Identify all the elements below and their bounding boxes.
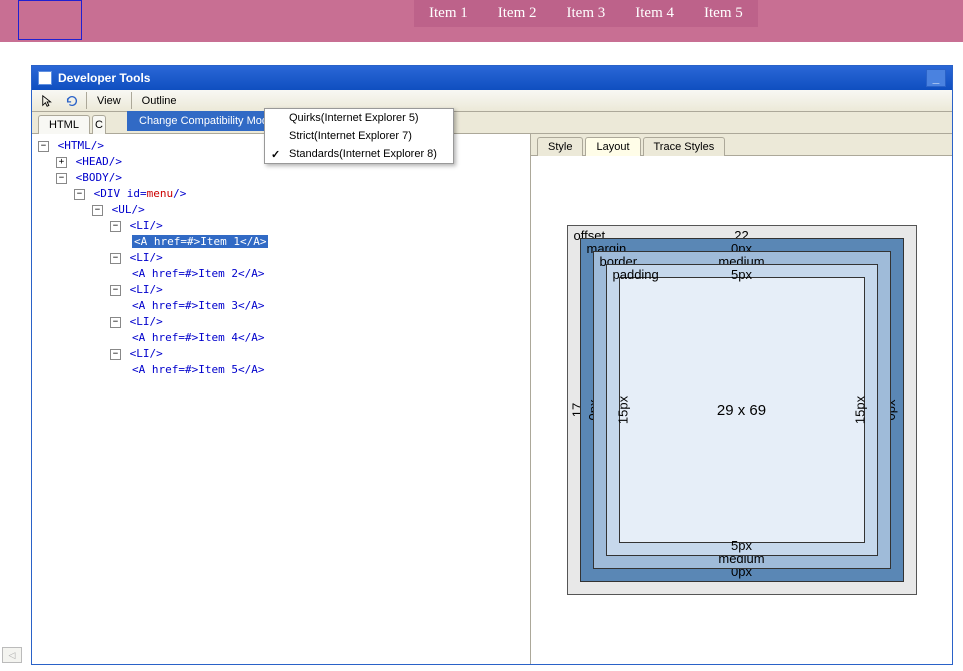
page-header: Item 1 Item 2 Item 3 Item 4 Item 5 [0,0,963,42]
select-element-button[interactable] [36,90,60,111]
expand-toggle[interactable]: − [56,173,67,184]
expand-toggle[interactable]: − [110,317,121,328]
page-nav-widget[interactable]: ◁ [2,647,22,663]
bm-border[interactable]: border medium medium medium medium paddi… [593,251,891,569]
tab-css[interactable]: C [92,115,106,134]
bm-padding-left: 15px [615,396,630,424]
cursor-icon [41,94,55,108]
tree-node-a[interactable]: <A href=#>Item 5</A> [132,363,264,376]
expand-toggle[interactable]: − [110,221,121,232]
main-body: − <HTML/> + <HEAD/> − <BODY/> − <DIV id=… [32,134,952,664]
tree-node-li[interactable]: <LI/> [130,251,163,264]
tree-node-head[interactable]: <HEAD/> [76,155,122,168]
tree-node-ul[interactable]: <UL/> [112,203,145,216]
source-tabs: HTML C Change Compatibility Mode ▶ [32,112,952,134]
refresh-button[interactable] [60,90,84,111]
bm-padding-bottom: 5px [731,538,752,553]
expand-toggle[interactable]: − [110,253,121,264]
page-menu: Item 1 Item 2 Item 3 Item 4 Item 5 [414,0,758,27]
compat-option-standards[interactable]: Standards(Internet Explorer 8) [265,145,453,163]
bm-padding-top: 5px [731,267,752,282]
right-pane: Style Layout Trace Styles offset 22 17 m… [531,134,952,664]
tree-node-html[interactable]: <HTML/> [58,139,104,152]
expand-toggle[interactable]: + [56,157,67,168]
expand-toggle[interactable]: − [110,349,121,360]
bm-offset[interactable]: offset 22 17 margin 0px 0px 0px 0px bord… [567,225,917,595]
tree-node-li[interactable]: <LI/> [130,219,163,232]
page-menu-item[interactable]: Item 5 [689,0,758,27]
compat-option-strict[interactable]: Strict(Internet Explorer 7) [265,127,453,145]
bm-padding-label: padding [613,267,659,282]
tree-node-a-selected[interactable]: <A href=#>Item 1</A> [132,235,268,248]
expand-toggle[interactable]: − [110,285,121,296]
tab-trace-styles[interactable]: Trace Styles [643,137,726,156]
right-tabs: Style Layout Trace Styles [531,134,952,156]
tree-node-li[interactable]: <LI/> [130,283,163,296]
window-title: Developer Tools [58,71,150,85]
compat-mode-label: Change Compatibility Mode [139,115,274,127]
chevron-left-icon: ◁ [9,650,16,661]
compat-option-quirks[interactable]: Quirks(Internet Explorer 5) [265,109,453,127]
tree-node-a[interactable]: <A href=#>Item 2</A> [132,267,264,280]
tree-node-div[interactable]: <DIV id=menu/> [94,187,187,200]
bm-margin[interactable]: margin 0px 0px 0px 0px border medium med… [580,238,904,582]
page-menu-item[interactable]: Item 1 [414,0,483,27]
expand-toggle[interactable]: − [74,189,85,200]
bm-padding[interactable]: padding 5px 5px 15px 15px 29 x 69 [606,264,878,556]
toolbar: View Outline [32,90,952,112]
tree-node-li[interactable]: <LI/> [130,315,163,328]
page-menu-item[interactable]: Item 2 [483,0,552,27]
tree-node-li[interactable]: <LI/> [130,347,163,360]
dom-tree-pane: − <HTML/> + <HEAD/> − <BODY/> − <DIV id=… [32,134,531,664]
tree-node-a[interactable]: <A href=#>Item 3</A> [132,299,264,312]
outline-menu[interactable]: Outline [134,90,185,111]
tree-node-body[interactable]: <BODY/> [76,171,122,184]
bm-content[interactable]: 29 x 69 [619,277,865,543]
tree-node-a[interactable]: <A href=#>Item 4</A> [132,331,264,344]
compat-mode-flyout: Quirks(Internet Explorer 5) Strict(Inter… [264,108,454,164]
dom-tree[interactable]: − <HTML/> + <HEAD/> − <BODY/> − <DIV id=… [32,134,530,382]
titlebar[interactable]: Developer Tools _ [32,66,952,90]
page-menu-item[interactable]: Item 3 [552,0,621,27]
view-menu[interactable]: View [89,90,129,111]
devtools-window: Developer Tools _ View Outline HTML C Ch… [31,65,953,665]
expand-toggle[interactable]: − [38,141,49,152]
box-model-diagram: offset 22 17 margin 0px 0px 0px 0px bord… [531,156,952,664]
inspected-element-highlight [18,0,82,40]
refresh-icon [65,94,79,108]
tab-style[interactable]: Style [537,137,583,156]
tab-layout[interactable]: Layout [585,137,640,156]
minimize-button[interactable]: _ [926,69,946,87]
tab-html[interactable]: HTML [38,115,90,134]
expand-toggle[interactable]: − [92,205,103,216]
page-menu-item[interactable]: Item 4 [620,0,689,27]
app-icon [38,71,52,85]
bm-padding-right: 15px [853,396,868,424]
